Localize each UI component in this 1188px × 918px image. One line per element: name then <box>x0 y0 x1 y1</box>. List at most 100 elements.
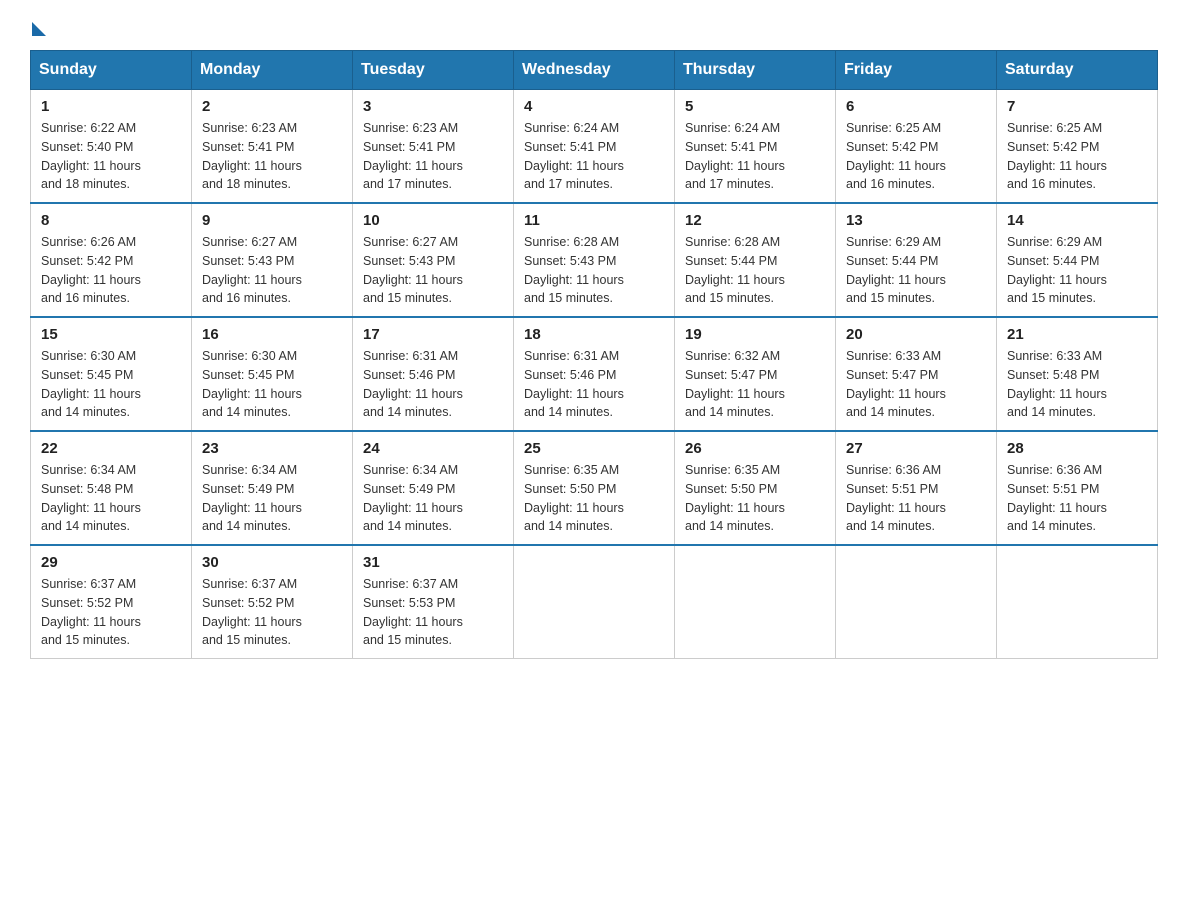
day-info: Sunrise: 6:36 AMSunset: 5:51 PMDaylight:… <box>846 461 986 536</box>
calendar-day-cell: 31Sunrise: 6:37 AMSunset: 5:53 PMDayligh… <box>353 545 514 659</box>
day-info: Sunrise: 6:34 AMSunset: 5:49 PMDaylight:… <box>363 461 503 536</box>
calendar-day-cell: 1 Sunrise: 6:22 AMSunset: 5:40 PMDaylight… <box>31 90 192 204</box>
calendar-day-cell: 19 Sunrise: 6:32 AMSunset: 5:47 PMDayligh… <box>675 317 836 431</box>
day-info: Sunrise: 6:35 AMSunset: 5:50 PMDaylight:… <box>685 461 825 536</box>
calendar-day-cell: 29Sunrise: 6:37 AMSunset: 5:52 PMDayligh… <box>31 545 192 659</box>
day-number: 11 <box>524 212 664 229</box>
weekday-header-saturday: Saturday <box>997 51 1158 90</box>
day-number: 2 <box>202 98 342 115</box>
calendar-day-cell: 27 Sunrise: 6:36 AMSunset: 5:51 PMDayligh… <box>836 431 997 545</box>
calendar-week-row: 29Sunrise: 6:37 AMSunset: 5:52 PMDayligh… <box>31 545 1158 659</box>
calendar-day-cell: 5 Sunrise: 6:24 AMSunset: 5:41 PMDaylight… <box>675 90 836 204</box>
day-info: Sunrise: 6:33 AMSunset: 5:48 PMDaylight:… <box>1007 347 1147 422</box>
weekday-header-friday: Friday <box>836 51 997 90</box>
calendar-day-cell: 21 Sunrise: 6:33 AMSunset: 5:48 PMDayligh… <box>997 317 1158 431</box>
calendar-day-cell <box>997 545 1158 659</box>
logo-general <box>30 26 46 36</box>
day-number: 5 <box>685 98 825 115</box>
day-info: Sunrise: 6:28 AMSunset: 5:43 PMDaylight:… <box>524 233 664 308</box>
day-number: 7 <box>1007 98 1147 115</box>
day-number: 26 <box>685 440 825 457</box>
calendar-day-cell: 13Sunrise: 6:29 AMSunset: 5:44 PMDayligh… <box>836 203 997 317</box>
day-number: 4 <box>524 98 664 115</box>
weekday-header-wednesday: Wednesday <box>514 51 675 90</box>
weekday-header-tuesday: Tuesday <box>353 51 514 90</box>
calendar-table: SundayMondayTuesdayWednesdayThursdayFrid… <box>30 50 1158 659</box>
calendar-week-row: 15 Sunrise: 6:30 AMSunset: 5:45 PMDayligh… <box>31 317 1158 431</box>
day-info: Sunrise: 6:30 AMSunset: 5:45 PMDaylight:… <box>202 347 342 422</box>
calendar-week-row: 22 Sunrise: 6:34 AMSunset: 5:48 PMDayligh… <box>31 431 1158 545</box>
calendar-day-cell: 11 Sunrise: 6:28 AMSunset: 5:43 PMDayligh… <box>514 203 675 317</box>
day-number: 1 <box>41 98 181 115</box>
calendar-day-cell: 17 Sunrise: 6:31 AMSunset: 5:46 PMDayligh… <box>353 317 514 431</box>
calendar-day-cell: 8 Sunrise: 6:26 AMSunset: 5:42 PMDaylight… <box>31 203 192 317</box>
calendar-day-cell: 30 Sunrise: 6:37 AMSunset: 5:52 PMDayligh… <box>192 545 353 659</box>
day-number: 15 <box>41 326 181 343</box>
day-info: Sunrise: 6:30 AMSunset: 5:45 PMDaylight:… <box>41 347 181 422</box>
day-info: Sunrise: 6:27 AMSunset: 5:43 PMDaylight:… <box>363 233 503 308</box>
day-info: Sunrise: 6:34 AMSunset: 5:49 PMDaylight:… <box>202 461 342 536</box>
calendar-day-cell: 9Sunrise: 6:27 AMSunset: 5:43 PMDaylight… <box>192 203 353 317</box>
calendar-day-cell: 15 Sunrise: 6:30 AMSunset: 5:45 PMDayligh… <box>31 317 192 431</box>
calendar-day-cell: 7Sunrise: 6:25 AMSunset: 5:42 PMDaylight… <box>997 90 1158 204</box>
day-number: 17 <box>363 326 503 343</box>
day-info: Sunrise: 6:36 AMSunset: 5:51 PMDaylight:… <box>1007 461 1147 536</box>
calendar-day-cell: 2 Sunrise: 6:23 AMSunset: 5:41 PMDaylight… <box>192 90 353 204</box>
day-info: Sunrise: 6:37 AMSunset: 5:52 PMDaylight:… <box>202 575 342 650</box>
day-info: Sunrise: 6:34 AMSunset: 5:48 PMDaylight:… <box>41 461 181 536</box>
day-number: 22 <box>41 440 181 457</box>
day-info: Sunrise: 6:37 AMSunset: 5:53 PMDaylight:… <box>363 575 503 650</box>
calendar-day-cell: 18 Sunrise: 6:31 AMSunset: 5:46 PMDayligh… <box>514 317 675 431</box>
calendar-day-cell: 24Sunrise: 6:34 AMSunset: 5:49 PMDayligh… <box>353 431 514 545</box>
day-number: 9 <box>202 212 342 229</box>
day-info: Sunrise: 6:33 AMSunset: 5:47 PMDaylight:… <box>846 347 986 422</box>
logo <box>30 26 46 32</box>
calendar-day-cell: 20 Sunrise: 6:33 AMSunset: 5:47 PMDayligh… <box>836 317 997 431</box>
day-info: Sunrise: 6:28 AMSunset: 5:44 PMDaylight:… <box>685 233 825 308</box>
day-info: Sunrise: 6:29 AMSunset: 5:44 PMDaylight:… <box>846 233 986 308</box>
day-info: Sunrise: 6:23 AMSunset: 5:41 PMDaylight:… <box>202 119 342 194</box>
day-info: Sunrise: 6:31 AMSunset: 5:46 PMDaylight:… <box>524 347 664 422</box>
day-number: 12 <box>685 212 825 229</box>
day-number: 6 <box>846 98 986 115</box>
calendar-day-cell: 26 Sunrise: 6:35 AMSunset: 5:50 PMDayligh… <box>675 431 836 545</box>
weekday-header-row: SundayMondayTuesdayWednesdayThursdayFrid… <box>31 51 1158 90</box>
day-info: Sunrise: 6:37 AMSunset: 5:52 PMDaylight:… <box>41 575 181 650</box>
day-info: Sunrise: 6:32 AMSunset: 5:47 PMDaylight:… <box>685 347 825 422</box>
logo-arrow-icon <box>32 22 46 36</box>
day-info: Sunrise: 6:26 AMSunset: 5:42 PMDaylight:… <box>41 233 181 308</box>
calendar-day-cell: 10 Sunrise: 6:27 AMSunset: 5:43 PMDayligh… <box>353 203 514 317</box>
day-number: 25 <box>524 440 664 457</box>
day-number: 18 <box>524 326 664 343</box>
weekday-header-monday: Monday <box>192 51 353 90</box>
day-info: Sunrise: 6:24 AMSunset: 5:41 PMDaylight:… <box>524 119 664 194</box>
day-number: 19 <box>685 326 825 343</box>
day-number: 10 <box>363 212 503 229</box>
day-number: 27 <box>846 440 986 457</box>
calendar-day-cell: 6 Sunrise: 6:25 AMSunset: 5:42 PMDaylight… <box>836 90 997 204</box>
calendar-day-cell: 4 Sunrise: 6:24 AMSunset: 5:41 PMDaylight… <box>514 90 675 204</box>
day-info: Sunrise: 6:25 AMSunset: 5:42 PMDaylight:… <box>846 119 986 194</box>
page-header <box>30 20 1158 32</box>
day-number: 20 <box>846 326 986 343</box>
day-info: Sunrise: 6:22 AMSunset: 5:40 PMDaylight:… <box>41 119 181 194</box>
day-number: 16 <box>202 326 342 343</box>
day-number: 21 <box>1007 326 1147 343</box>
calendar-day-cell: 23 Sunrise: 6:34 AMSunset: 5:49 PMDayligh… <box>192 431 353 545</box>
calendar-day-cell: 14Sunrise: 6:29 AMSunset: 5:44 PMDayligh… <box>997 203 1158 317</box>
day-number: 8 <box>41 212 181 229</box>
day-number: 3 <box>363 98 503 115</box>
day-info: Sunrise: 6:31 AMSunset: 5:46 PMDaylight:… <box>363 347 503 422</box>
calendar-week-row: 8 Sunrise: 6:26 AMSunset: 5:42 PMDaylight… <box>31 203 1158 317</box>
calendar-day-cell <box>514 545 675 659</box>
calendar-week-row: 1 Sunrise: 6:22 AMSunset: 5:40 PMDaylight… <box>31 90 1158 204</box>
day-number: 30 <box>202 554 342 571</box>
weekday-header-sunday: Sunday <box>31 51 192 90</box>
day-info: Sunrise: 6:24 AMSunset: 5:41 PMDaylight:… <box>685 119 825 194</box>
calendar-day-cell: 3 Sunrise: 6:23 AMSunset: 5:41 PMDaylight… <box>353 90 514 204</box>
calendar-day-cell <box>836 545 997 659</box>
calendar-day-cell: 12 Sunrise: 6:28 AMSunset: 5:44 PMDayligh… <box>675 203 836 317</box>
calendar-day-cell: 25Sunrise: 6:35 AMSunset: 5:50 PMDayligh… <box>514 431 675 545</box>
day-number: 23 <box>202 440 342 457</box>
day-info: Sunrise: 6:23 AMSunset: 5:41 PMDaylight:… <box>363 119 503 194</box>
